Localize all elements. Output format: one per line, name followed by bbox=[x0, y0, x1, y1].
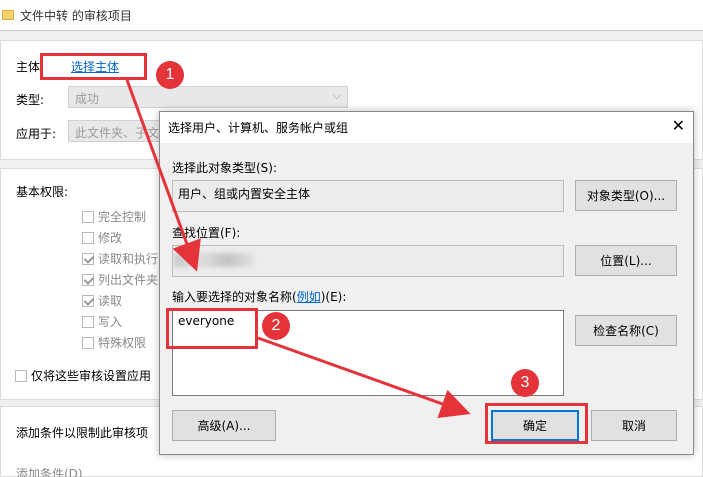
highlight-object-name bbox=[166, 308, 258, 349]
arrow-2 bbox=[257, 336, 471, 419]
step-3-badge: 3 bbox=[511, 369, 539, 397]
step-1-badge: 1 bbox=[156, 61, 184, 89]
arrow-1 bbox=[125, 79, 201, 272]
step-2-badge: 2 bbox=[262, 312, 290, 340]
highlight-ok-button bbox=[485, 403, 588, 444]
highlight-select-principal bbox=[40, 53, 147, 80]
